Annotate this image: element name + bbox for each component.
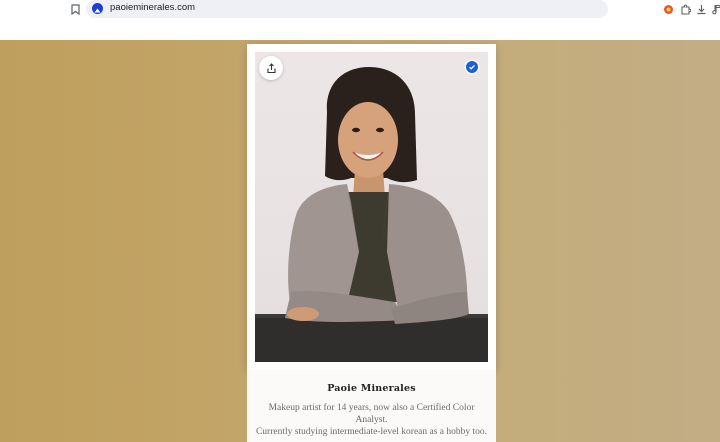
music-icon[interactable] (710, 2, 720, 16)
bookmark-icon[interactable] (68, 2, 82, 16)
address-bar[interactable]: paoieminerales.com (86, 0, 608, 18)
verified-badge-icon (466, 61, 478, 73)
extension-icon[interactable] (661, 2, 675, 16)
profile-card (247, 44, 496, 370)
share-button[interactable] (259, 56, 283, 80)
bio-line-2: Currently studying intermediate-level ko… (255, 427, 488, 437)
share-icon (266, 62, 276, 73)
url-text: paoieminerales.com (110, 2, 196, 13)
bio-line-1: Makeup artist for 14 years, now also a C… (268, 403, 475, 425)
puzzle-icon[interactable] (678, 2, 692, 16)
profile-photo (255, 52, 488, 362)
profile-name: Paoie Minerales (327, 383, 416, 394)
profile-info: Paoie Minerales Makeup artist for 14 yea… (247, 370, 496, 442)
site-info-icon[interactable] (92, 3, 103, 14)
profile-bio: Makeup artist for 14 years, now also a C… (253, 402, 490, 438)
download-icon[interactable] (694, 2, 708, 16)
browser-toolbar: paoieminerales.com (0, 0, 720, 40)
